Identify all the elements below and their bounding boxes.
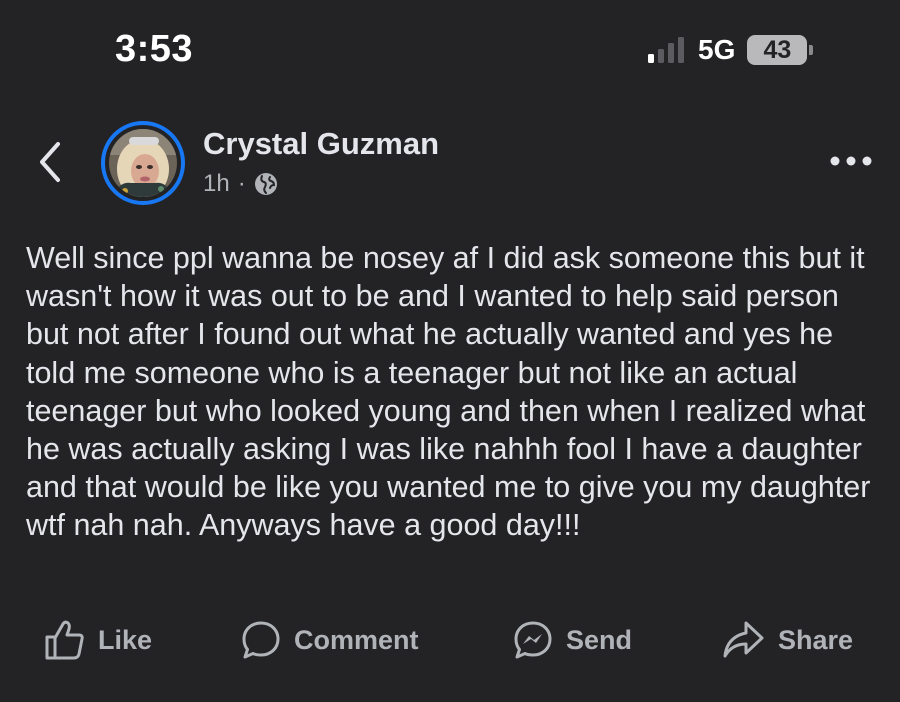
battery-nub — [809, 45, 814, 55]
post-time[interactable]: 1h — [203, 170, 230, 198]
status-time: 3:53 — [115, 28, 194, 70]
share-label: Share — [778, 624, 854, 655]
post-meta: 1h · — [203, 170, 278, 198]
send-button[interactable]: Send — [512, 615, 632, 665]
post-author[interactable]: Crystal Guzman — [203, 126, 439, 162]
comment-bubble-icon — [242, 621, 280, 659]
globe-icon — [254, 173, 277, 195]
messenger-icon — [514, 621, 552, 659]
cellular-signal-icon — [648, 37, 684, 63]
like-button[interactable]: Like — [44, 615, 152, 665]
avatar[interactable] — [101, 121, 185, 205]
share-arrow-icon — [723, 621, 764, 658]
comment-button[interactable]: Comment — [240, 615, 419, 665]
avatar-image — [109, 129, 177, 197]
post-body: Well since ppl wanna be nosey af I did a… — [26, 241, 871, 543]
like-label: Like — [98, 624, 153, 655]
battery-level: 43 — [763, 35, 792, 64]
back-button[interactable] — [32, 140, 72, 184]
chevron-left-icon — [40, 142, 60, 182]
send-label: Send — [566, 624, 633, 655]
battery-icon: 43 — [747, 35, 808, 65]
comment-label: Comment — [294, 624, 419, 655]
network-type: 5G — [698, 34, 736, 65]
status-indicators: 5G 43 — [648, 33, 814, 67]
more-dots-icon — [830, 156, 872, 166]
post-actions: Like Comment Send Share — [0, 615, 900, 665]
thumbs-up-icon — [45, 620, 84, 660]
screen: 3:53 5G 43 Crystal Guzman 1h · Well sinc… — [0, 0, 900, 702]
more-options-button[interactable] — [829, 153, 873, 169]
share-button[interactable]: Share — [722, 615, 853, 665]
meta-separator: · — [237, 170, 246, 197]
